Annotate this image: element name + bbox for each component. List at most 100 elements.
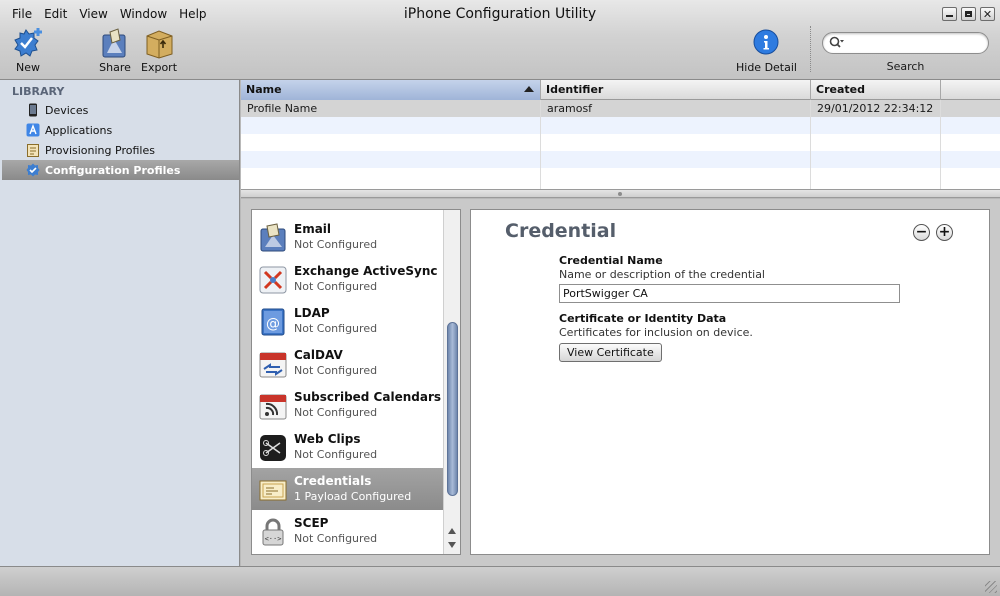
- configuration-profile-icon: [26, 163, 40, 177]
- table-header: Name Identifier Created: [241, 80, 1000, 100]
- payload-status: Not Configured: [294, 280, 378, 293]
- list-item-partial: [252, 210, 444, 216]
- cell-empty: [941, 100, 1000, 117]
- payload-title: CalDAV: [294, 348, 343, 362]
- export-button[interactable]: Export: [141, 26, 177, 74]
- pane-splitter[interactable]: [241, 190, 1000, 198]
- share-label: Share: [99, 61, 131, 74]
- payload-title: Exchange ActiveSync: [294, 264, 438, 278]
- payload-item-ldap[interactable]: @ LDAP Not Configured: [252, 300, 444, 342]
- sidebar-item-label: Configuration Profiles: [45, 163, 181, 177]
- credential-name-help: Name or description of the credential: [559, 268, 765, 281]
- svg-text:@: @: [266, 316, 280, 332]
- table-row[interactable]: Profile Name aramosf 29/01/2012 22:34:12: [241, 100, 1000, 117]
- column-header-name[interactable]: Name: [241, 80, 541, 100]
- cell-empty: [541, 117, 811, 134]
- hide-detail-label: Hide Detail: [736, 61, 797, 74]
- table-row-empty: [241, 151, 1000, 168]
- menu-view[interactable]: View: [73, 7, 113, 21]
- menu-bar: File Edit View Window Help: [6, 7, 213, 21]
- credential-name-label: Credential Name: [559, 254, 663, 267]
- sidebar-item-provisioning-profiles[interactable]: Provisioning Profiles: [2, 140, 239, 160]
- export-box-icon: [146, 30, 173, 59]
- close-button[interactable]: ✕: [980, 7, 995, 21]
- caldav-icon: [259, 352, 287, 378]
- payload-item-caldav[interactable]: CalDAV Not Configured: [252, 342, 444, 384]
- new-button[interactable]: New: [8, 26, 48, 74]
- cell-empty: [811, 168, 941, 189]
- splitter-grip-icon: [618, 192, 622, 196]
- payload-status: Not Configured: [294, 364, 378, 377]
- column-header-created[interactable]: Created: [811, 80, 941, 100]
- hide-detail-button[interactable]: Hide Detail: [736, 26, 797, 74]
- column-header-label: Identifier: [546, 83, 604, 96]
- payload-item-web-clips[interactable]: Web Clips Not Configured: [252, 426, 444, 468]
- scrollbar-thumb[interactable]: [447, 322, 458, 496]
- cell-empty: [811, 134, 941, 151]
- ldap-icon: @: [261, 308, 285, 336]
- table-row-empty: [241, 117, 1000, 134]
- sidebar-item-applications[interactable]: Applications: [2, 120, 239, 140]
- resize-grip-icon[interactable]: [985, 581, 997, 593]
- payload-title: Subscribed Calendars: [294, 390, 442, 404]
- share-button[interactable]: Share: [98, 26, 132, 74]
- cell-empty: [241, 117, 541, 134]
- sidebar-item-label: Devices: [45, 103, 89, 117]
- menu-window[interactable]: Window: [114, 7, 173, 21]
- svg-text:<··>: <··>: [265, 535, 282, 543]
- payload-list: Email Not Configured Exchange ActiveSync…: [251, 209, 461, 555]
- add-payload-button[interactable]: +: [936, 224, 953, 241]
- search-field[interactable]: [822, 32, 989, 54]
- payload-list-scrollbar[interactable]: [443, 210, 460, 554]
- column-header-empty: [941, 80, 1000, 100]
- payload-item-credentials[interactable]: Credentials 1 Payload Configured: [252, 468, 444, 510]
- export-label: Export: [141, 61, 178, 74]
- sidebar-item-label: Applications: [45, 123, 113, 137]
- menu-help[interactable]: Help: [173, 7, 212, 21]
- toolbar-separator: [810, 26, 811, 72]
- sidebar-item-devices[interactable]: Devices: [2, 100, 239, 120]
- certificate-data-help: Certificates for inclusion on device.: [559, 326, 753, 339]
- minimize-icon: [946, 15, 953, 17]
- exchange-icon: [259, 266, 287, 294]
- payload-status: Not Configured: [294, 532, 378, 545]
- search-input[interactable]: [847, 35, 983, 51]
- detail-title: Credential: [505, 220, 617, 242]
- payload-title: SCEP: [294, 516, 329, 530]
- payload-item-email[interactable]: Email Not Configured: [252, 216, 444, 258]
- payload-title: LDAP: [294, 306, 330, 320]
- view-certificate-button[interactable]: View Certificate: [559, 343, 662, 362]
- web-clips-icon: [260, 435, 286, 461]
- scroll-up-icon[interactable]: [448, 528, 456, 534]
- sidebar-item-configuration-profiles[interactable]: Configuration Profiles: [2, 160, 239, 180]
- info-icon: [753, 29, 779, 55]
- scroll-down-icon[interactable]: [448, 542, 456, 548]
- column-header-identifier[interactable]: Identifier: [541, 80, 811, 100]
- cell-empty: [811, 151, 941, 168]
- subscribed-calendar-icon: [259, 394, 287, 420]
- sidebar: LIBRARY Devices Applications Provisionin…: [0, 80, 240, 566]
- profiles-table: Name Identifier Created Profile Name ara…: [241, 80, 1000, 190]
- remove-payload-button[interactable]: −: [913, 224, 930, 241]
- payload-item-scep[interactable]: <··> SCEP Not Configured: [252, 510, 444, 552]
- scep-lock-icon: <··>: [262, 518, 284, 546]
- payload-status: Not Configured: [294, 406, 378, 419]
- cell-identifier: aramosf: [541, 100, 811, 117]
- payload-item-exchange[interactable]: Exchange ActiveSync Not Configured: [252, 258, 444, 300]
- credential-name-field[interactable]: [559, 284, 900, 303]
- minimize-button[interactable]: [942, 7, 957, 21]
- maximize-button[interactable]: [961, 7, 976, 21]
- sort-ascending-icon: [524, 86, 534, 92]
- search-icon: [829, 36, 844, 48]
- certificate-data-label: Certificate or Identity Data: [559, 312, 727, 325]
- menu-edit[interactable]: Edit: [38, 7, 73, 21]
- iphone-icon: [29, 103, 37, 117]
- menu-file[interactable]: File: [6, 7, 38, 21]
- column-header-label: Created: [816, 83, 865, 96]
- search-label: Search: [886, 60, 925, 73]
- sidebar-item-label: Provisioning Profiles: [45, 143, 155, 157]
- lower-pane: Email Not Configured Exchange ActiveSync…: [241, 199, 1000, 566]
- email-icon: [260, 223, 286, 252]
- close-icon: ✕: [982, 8, 993, 21]
- payload-item-subscribed-calendars[interactable]: Subscribed Calendars Not Configured: [252, 384, 444, 426]
